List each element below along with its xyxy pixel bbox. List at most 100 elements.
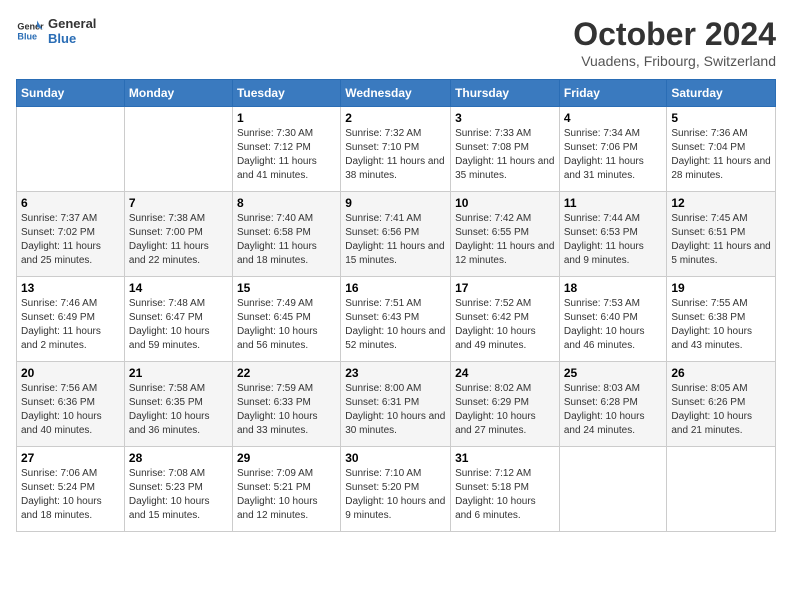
day-number: 19 xyxy=(671,281,771,295)
calendar-cell: 7 Sunrise: 7:38 AM Sunset: 7:00 PM Daylig… xyxy=(124,192,232,277)
logo-general: General xyxy=(48,16,96,31)
day-number: 27 xyxy=(21,451,120,465)
day-number: 21 xyxy=(129,366,228,380)
day-info: Sunrise: 7:09 AM Sunset: 5:21 PM Dayligh… xyxy=(237,467,336,523)
svg-text:Blue: Blue xyxy=(17,31,37,41)
calendar-cell: 21 Sunrise: 7:58 AM Sunset: 6:35 PM Dayli… xyxy=(124,362,232,447)
day-number: 16 xyxy=(345,281,446,295)
day-info: Sunrise: 8:05 AM Sunset: 6:26 PM Dayligh… xyxy=(671,382,771,438)
calendar-cell: 16 Sunrise: 7:51 AM Sunset: 6:43 PM Dayli… xyxy=(341,277,451,362)
day-info: Sunrise: 7:49 AM Sunset: 6:45 PM Dayligh… xyxy=(237,297,336,353)
day-number: 12 xyxy=(671,196,771,210)
calendar-week-1: 6Sunrise: 7:37 AM Sunset: 7:02 PM Daylig… xyxy=(17,192,776,277)
header-day-friday: Friday xyxy=(559,80,667,107)
day-number: 30 xyxy=(345,451,446,465)
calendar-week-4: 27 Sunrise: 7:06 AM Sunset: 5:24 PM Dayli… xyxy=(17,447,776,532)
location: Vuadens, Fribourg, Switzerland xyxy=(573,53,776,69)
day-info: Sunrise: 7:08 AM Sunset: 5:23 PM Dayligh… xyxy=(129,467,228,523)
calendar-cell: 25 Sunrise: 8:03 AM Sunset: 6:28 PM Dayli… xyxy=(559,362,667,447)
day-info: Sunrise: 7:55 AM Sunset: 6:38 PM Dayligh… xyxy=(671,297,771,353)
calendar-cell: 9 Sunrise: 7:41 AM Sunset: 6:56 PM Daylig… xyxy=(341,192,451,277)
day-number: 23 xyxy=(345,366,446,380)
day-info: Sunrise: 7:32 AM Sunset: 7:10 PM Dayligh… xyxy=(345,127,446,183)
page-header: General Blue General Blue October 2024 V… xyxy=(16,16,776,69)
calendar-cell: 26 Sunrise: 8:05 AM Sunset: 6:26 PM Dayli… xyxy=(667,362,776,447)
day-number: 9 xyxy=(345,196,446,210)
day-number: 18 xyxy=(564,281,663,295)
calendar-cell xyxy=(124,107,232,192)
calendar-cell: 3 Sunrise: 7:33 AM Sunset: 7:08 PM Daylig… xyxy=(451,107,560,192)
title-block: October 2024 Vuadens, Fribourg, Switzerl… xyxy=(573,16,776,69)
day-number: 20 xyxy=(21,366,120,380)
calendar-cell: 2Sunrise: 7:32 AM Sunset: 7:10 PM Daylig… xyxy=(341,107,451,192)
day-info: Sunrise: 7:51 AM Sunset: 6:43 PM Dayligh… xyxy=(345,297,446,353)
calendar-cell: 17 Sunrise: 7:52 AM Sunset: 6:42 PM Dayli… xyxy=(451,277,560,362)
calendar-week-2: 13 Sunrise: 7:46 AM Sunset: 6:49 PM Dayli… xyxy=(17,277,776,362)
day-info: Sunrise: 7:06 AM Sunset: 5:24 PM Dayligh… xyxy=(21,467,120,523)
day-info: Sunrise: 7:30 AM Sunset: 7:12 PM Dayligh… xyxy=(237,127,336,183)
day-info: Sunrise: 7:41 AM Sunset: 6:56 PM Dayligh… xyxy=(345,212,446,268)
month-title: October 2024 xyxy=(573,16,776,53)
calendar-cell: 18Sunrise: 7:53 AM Sunset: 6:40 PM Dayli… xyxy=(559,277,667,362)
day-number: 25 xyxy=(564,366,663,380)
calendar-cell: 1 Sunrise: 7:30 AM Sunset: 7:12 PM Daylig… xyxy=(232,107,340,192)
calendar-cell: 28 Sunrise: 7:08 AM Sunset: 5:23 PM Dayli… xyxy=(124,447,232,532)
day-number: 15 xyxy=(237,281,336,295)
day-number: 28 xyxy=(129,451,228,465)
header-day-tuesday: Tuesday xyxy=(232,80,340,107)
calendar-cell: 20 Sunrise: 7:56 AM Sunset: 6:36 PM Dayli… xyxy=(17,362,125,447)
calendar-cell: 12 Sunrise: 7:45 AM Sunset: 6:51 PM Dayli… xyxy=(667,192,776,277)
calendar-cell: 27 Sunrise: 7:06 AM Sunset: 5:24 PM Dayli… xyxy=(17,447,125,532)
day-number: 17 xyxy=(455,281,555,295)
calendar-header: SundayMondayTuesdayWednesdayThursdayFrid… xyxy=(17,80,776,107)
day-info: Sunrise: 7:45 AM Sunset: 6:51 PM Dayligh… xyxy=(671,212,771,268)
calendar-cell: 8Sunrise: 7:40 AM Sunset: 6:58 PM Daylig… xyxy=(232,192,340,277)
day-info: Sunrise: 7:33 AM Sunset: 7:08 PM Dayligh… xyxy=(455,127,555,183)
day-info: Sunrise: 7:44 AM Sunset: 6:53 PM Dayligh… xyxy=(564,212,663,268)
calendar-cell: 23Sunrise: 8:00 AM Sunset: 6:31 PM Dayli… xyxy=(341,362,451,447)
day-number: 29 xyxy=(237,451,336,465)
calendar-cell: 29 Sunrise: 7:09 AM Sunset: 5:21 PM Dayli… xyxy=(232,447,340,532)
day-info: Sunrise: 7:48 AM Sunset: 6:47 PM Dayligh… xyxy=(129,297,228,353)
day-info: Sunrise: 7:56 AM Sunset: 6:36 PM Dayligh… xyxy=(21,382,120,438)
day-number: 1 xyxy=(237,111,336,125)
day-info: Sunrise: 7:36 AM Sunset: 7:04 PM Dayligh… xyxy=(671,127,771,183)
calendar-cell: 13 Sunrise: 7:46 AM Sunset: 6:49 PM Dayli… xyxy=(17,277,125,362)
calendar-cell: 6Sunrise: 7:37 AM Sunset: 7:02 PM Daylig… xyxy=(17,192,125,277)
day-number: 24 xyxy=(455,366,555,380)
day-info: Sunrise: 7:46 AM Sunset: 6:49 PM Dayligh… xyxy=(21,297,120,353)
day-info: Sunrise: 7:38 AM Sunset: 7:00 PM Dayligh… xyxy=(129,212,228,268)
logo-icon: General Blue xyxy=(16,17,44,45)
calendar-week-3: 20 Sunrise: 7:56 AM Sunset: 6:36 PM Dayli… xyxy=(17,362,776,447)
day-info: Sunrise: 7:42 AM Sunset: 6:55 PM Dayligh… xyxy=(455,212,555,268)
day-number: 3 xyxy=(455,111,555,125)
calendar-cell: 15 Sunrise: 7:49 AM Sunset: 6:45 PM Dayli… xyxy=(232,277,340,362)
calendar-cell: 11 Sunrise: 7:44 AM Sunset: 6:53 PM Dayli… xyxy=(559,192,667,277)
calendar-cell: 19 Sunrise: 7:55 AM Sunset: 6:38 PM Dayli… xyxy=(667,277,776,362)
calendar-body: 1 Sunrise: 7:30 AM Sunset: 7:12 PM Daylig… xyxy=(17,107,776,532)
day-number: 13 xyxy=(21,281,120,295)
header-row: SundayMondayTuesdayWednesdayThursdayFrid… xyxy=(17,80,776,107)
calendar-cell xyxy=(559,447,667,532)
calendar-cell: 22Sunrise: 7:59 AM Sunset: 6:33 PM Dayli… xyxy=(232,362,340,447)
logo-blue: Blue xyxy=(48,31,96,46)
day-number: 26 xyxy=(671,366,771,380)
header-day-sunday: Sunday xyxy=(17,80,125,107)
day-number: 5 xyxy=(671,111,771,125)
calendar-cell: 4Sunrise: 7:34 AM Sunset: 7:06 PM Daylig… xyxy=(559,107,667,192)
calendar-cell: 24Sunrise: 8:02 AM Sunset: 6:29 PM Dayli… xyxy=(451,362,560,447)
day-info: Sunrise: 7:52 AM Sunset: 6:42 PM Dayligh… xyxy=(455,297,555,353)
day-number: 7 xyxy=(129,196,228,210)
day-info: Sunrise: 7:58 AM Sunset: 6:35 PM Dayligh… xyxy=(129,382,228,438)
day-info: Sunrise: 7:59 AM Sunset: 6:33 PM Dayligh… xyxy=(237,382,336,438)
calendar-cell xyxy=(667,447,776,532)
calendar-cell: 14Sunrise: 7:48 AM Sunset: 6:47 PM Dayli… xyxy=(124,277,232,362)
day-number: 11 xyxy=(564,196,663,210)
day-info: Sunrise: 7:40 AM Sunset: 6:58 PM Dayligh… xyxy=(237,212,336,268)
day-info: Sunrise: 8:03 AM Sunset: 6:28 PM Dayligh… xyxy=(564,382,663,438)
day-number: 31 xyxy=(455,451,555,465)
calendar-cell: 31Sunrise: 7:12 AM Sunset: 5:18 PM Dayli… xyxy=(451,447,560,532)
day-info: Sunrise: 7:37 AM Sunset: 7:02 PM Dayligh… xyxy=(21,212,120,268)
day-info: Sunrise: 7:10 AM Sunset: 5:20 PM Dayligh… xyxy=(345,467,446,523)
logo: General Blue General Blue xyxy=(16,16,96,46)
